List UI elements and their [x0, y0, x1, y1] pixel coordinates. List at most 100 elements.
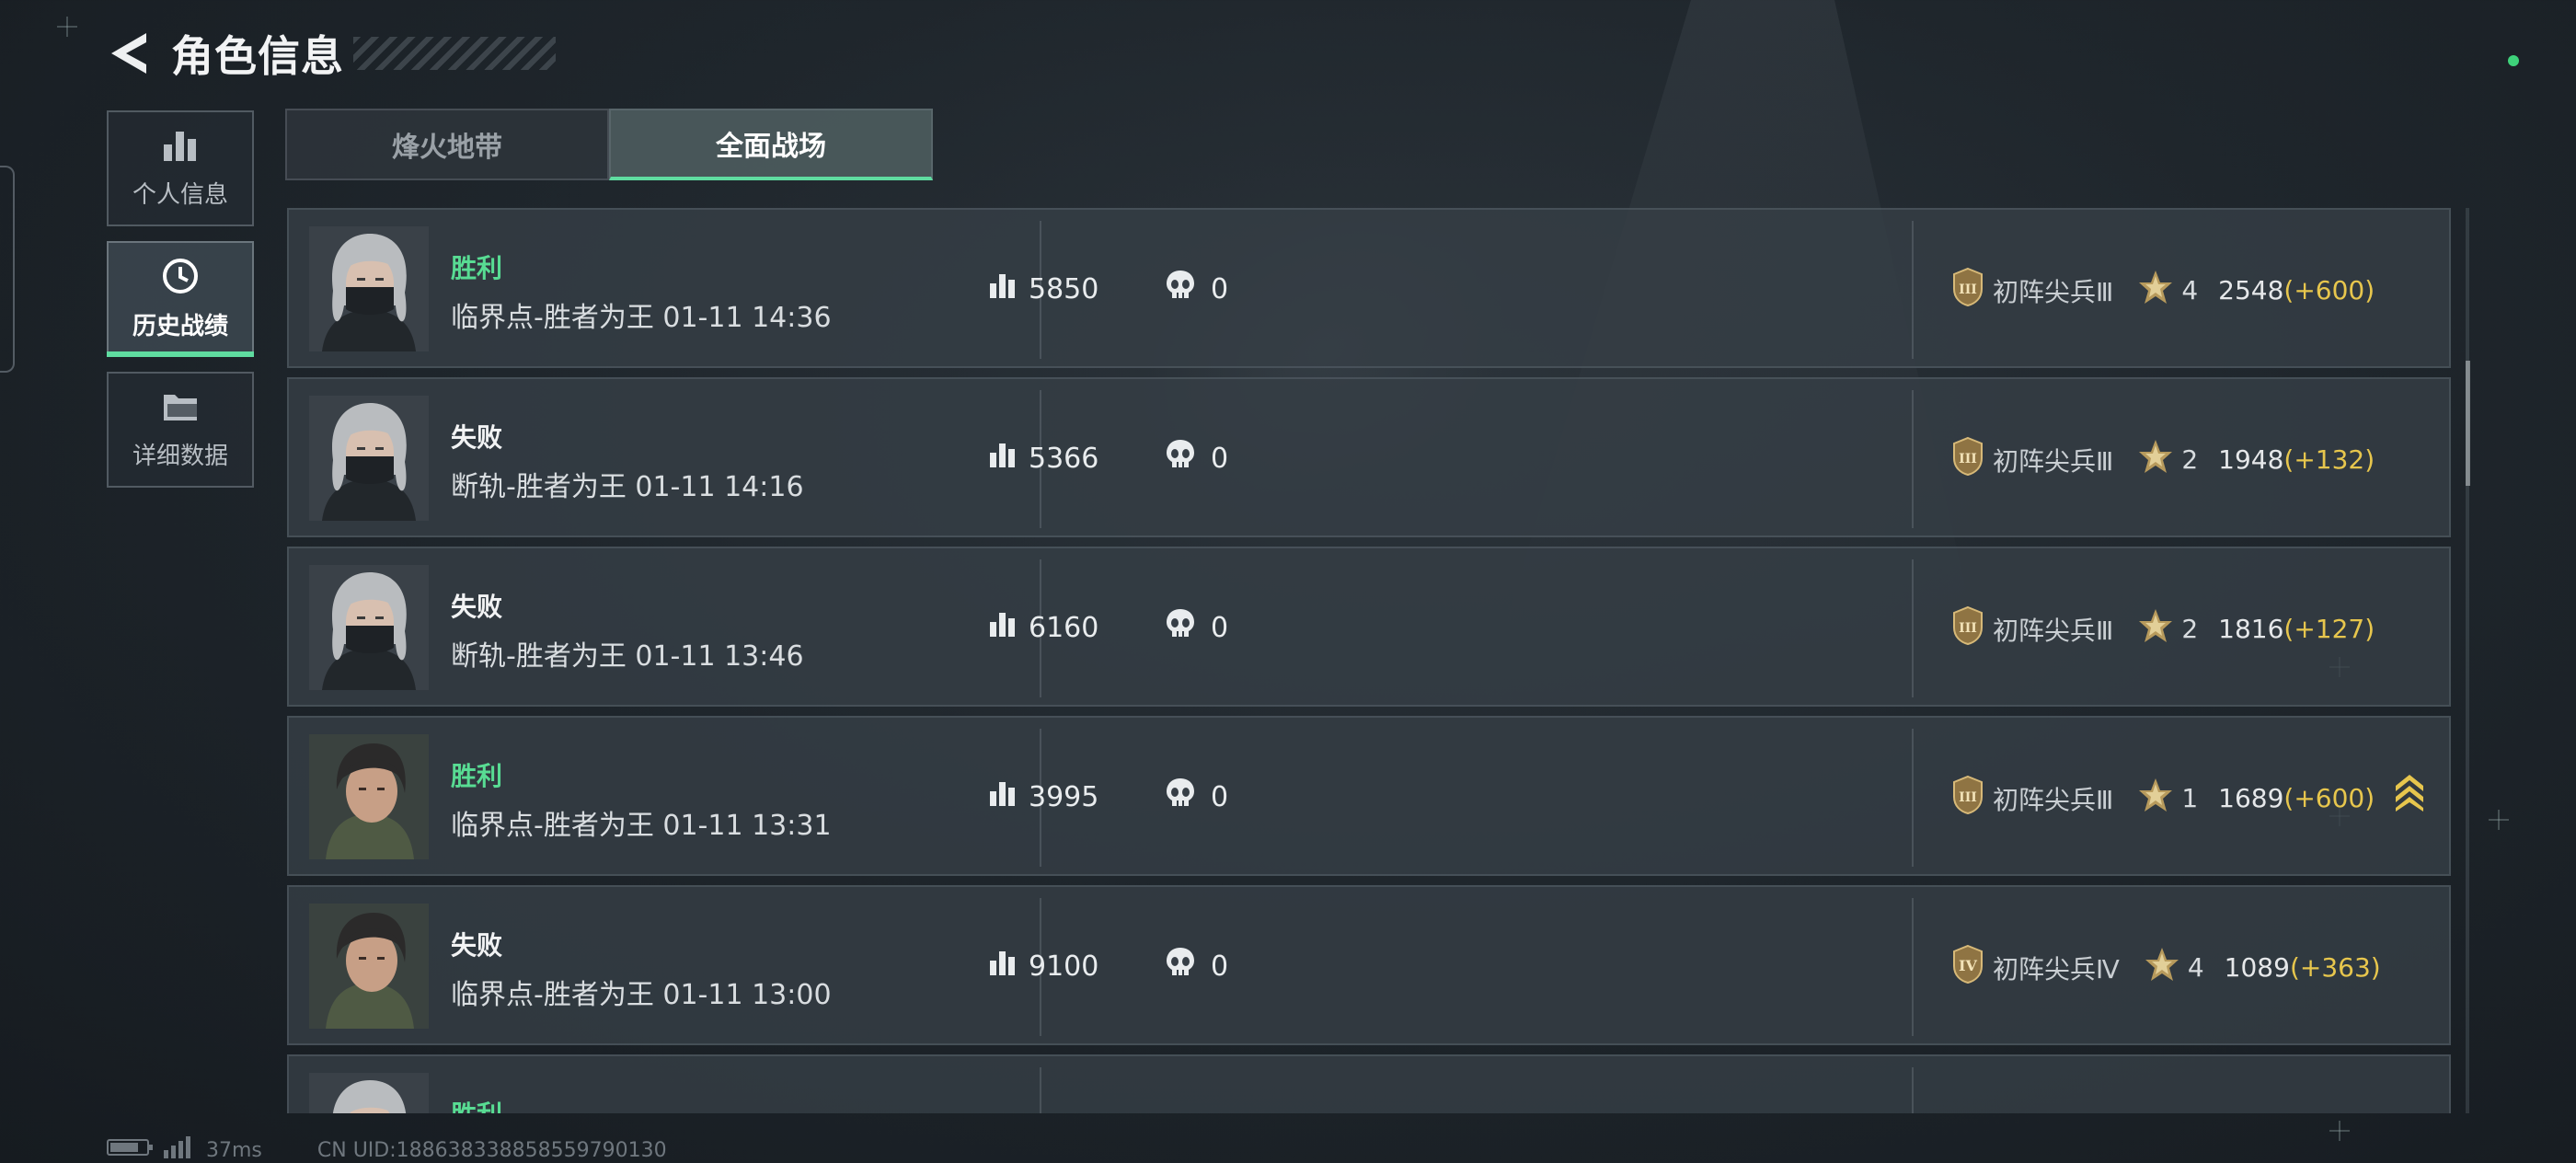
scrollbar-thumb[interactable]	[2466, 361, 2470, 486]
crosshair-decoration	[2329, 1121, 2350, 1141]
scrollbar-track[interactable]	[2466, 208, 2469, 1113]
rank-points: 1816	[2218, 614, 2284, 644]
column-divider	[1040, 1067, 1041, 1113]
match-kills: 0	[1165, 946, 1228, 986]
sidebar-item-details[interactable]: 详细数据	[107, 372, 254, 488]
star-count: 4	[2187, 952, 2204, 983]
folder-icon	[160, 389, 201, 428]
star-count: 4	[2181, 275, 2199, 305]
match-map-time: 断轨-胜者为王 01-11 14:16	[451, 471, 804, 503]
match-result: 失败	[451, 592, 503, 622]
sidebar-item-label: 详细数据	[132, 442, 228, 470]
rank-up-chevron-icon	[2394, 773, 2425, 815]
player-avatar	[309, 904, 429, 1029]
match-row[interactable]: 失败 断轨-胜者为王 01-11 13:46 6160 0 III 初阵尖兵Ⅲ 2 1816(…	[287, 547, 2451, 707]
rank-points-delta: (+600)	[2283, 783, 2375, 813]
tab-warzone[interactable]: 烽火地带	[285, 109, 609, 180]
rank-points: 1948	[2218, 444, 2284, 475]
battery-icon	[107, 1137, 155, 1163]
score-bar-icon	[988, 609, 1018, 646]
status-indicator-dot	[2508, 55, 2519, 66]
match-summary: 失败 临界点-胜者为王 01-11 13:00	[451, 926, 832, 1012]
match-map-time: 临界点-胜者为王 01-11 13:31	[451, 810, 832, 842]
sidebar-item-label: 历史战绩	[132, 312, 228, 340]
column-divider	[1912, 1067, 1914, 1113]
sidebar: 个人信息 历史战绩 详细数据	[107, 110, 254, 502]
match-row[interactable]: 胜利 临界点-胜者为王 01-11 14:36 5850 0 III 初阵尖兵Ⅲ 4 2548…	[287, 208, 2451, 368]
rank-badge-icon: III	[1950, 605, 1985, 652]
mode-tabs: 烽火地带 全面战场	[285, 109, 933, 180]
match-row[interactable]: 失败 断轨-胜者为王 01-11 14:16 5366 0 III 初阵尖兵Ⅲ 2 1948(…	[287, 377, 2451, 537]
player-avatar	[309, 396, 429, 521]
crosshair-decoration	[57, 17, 77, 37]
match-map-time: 临界点-胜者为王 01-11 14:36	[451, 302, 832, 334]
match-history-list[interactable]: 胜利 临界点-胜者为王 01-11 14:36 5850 0 III 初阵尖兵Ⅲ 4 2548…	[287, 208, 2451, 1113]
star-icon	[2137, 607, 2174, 651]
match-map-time: 临界点-胜者为王 01-11 13:00	[451, 979, 832, 1011]
star-count: 1	[2181, 783, 2199, 813]
score-value: 5850	[1029, 272, 1099, 305]
skull-icon	[1165, 946, 1196, 986]
score-value: 6160	[1029, 611, 1099, 644]
star-icon	[2137, 777, 2174, 820]
rank-info: III 初阵尖兵Ⅲ 2 1948 (+132)	[1950, 436, 2375, 483]
match-score: 5366	[988, 440, 1098, 477]
svg-text:III: III	[1959, 452, 1977, 466]
back-arrow-icon[interactable]	[103, 28, 155, 79]
rank-points: 2548	[2218, 275, 2284, 305]
score-value: 5366	[1029, 442, 1099, 475]
clock-icon	[162, 258, 199, 298]
column-divider	[1912, 729, 1914, 867]
rank-info: III 初阵尖兵Ⅲ 4 2548 (+600)	[1950, 267, 2375, 314]
match-score: 5850	[988, 271, 1098, 307]
svg-text:III: III	[1959, 621, 1977, 636]
rank-points-delta: (+132)	[2283, 444, 2375, 475]
rank-name: 初阵尖兵Ⅲ	[1993, 615, 2114, 646]
rank-info: III 初阵尖兵Ⅲ 1 1689 (+600)	[1950, 775, 2375, 822]
match-summary: 胜利临界点-胜者为王 01-11 13:31	[451, 756, 832, 843]
rank-info: III 初阵尖兵Ⅲ 2 1816 (+127)	[1950, 605, 2375, 652]
crosshair-decoration	[2489, 810, 2509, 830]
svg-text:IV: IV	[1959, 957, 1977, 974]
match-summary: 胜利	[451, 1095, 502, 1113]
column-divider	[1912, 221, 1914, 359]
skull-icon	[1165, 269, 1196, 309]
sidebar-item-profile[interactable]: 个人信息	[107, 110, 254, 226]
match-row[interactable]: 胜利	[287, 1054, 2451, 1113]
rank-info: IV 初阵尖兵Ⅳ 4 1089 (+363)	[1950, 944, 2381, 991]
sidebar-item-history[interactable]: 历史战绩	[107, 241, 254, 357]
player-avatar	[309, 1073, 429, 1113]
match-summary: 失败 断轨-胜者为王 01-11 14:16	[451, 418, 804, 504]
player-avatar	[309, 226, 429, 351]
tab-full-battlefield[interactable]: 全面战场	[609, 109, 933, 180]
rank-name: 初阵尖兵Ⅳ	[1993, 953, 2120, 985]
match-row[interactable]: 失败 临界点-胜者为王 01-11 13:00 9100 0 IV 初阵尖兵Ⅳ 4 1089(…	[287, 885, 2451, 1045]
svg-text:III: III	[1959, 790, 1977, 805]
page-title: 角色信息	[171, 31, 344, 81]
match-result: 胜利	[451, 761, 503, 791]
kill-count: 0	[1211, 611, 1229, 644]
status-footer: 37ms CN UID:188638338858559790130	[107, 1135, 667, 1163]
bar-chart-icon	[162, 128, 199, 167]
skull-icon	[1165, 438, 1196, 478]
kill-count: 0	[1211, 950, 1229, 983]
score-bar-icon	[988, 778, 1018, 815]
rank-name: 初阵尖兵Ⅲ	[1993, 784, 2114, 815]
match-result: 胜利	[451, 1095, 502, 1113]
match-summary: 失败 断轨-胜者为王 01-11 13:46	[451, 587, 804, 674]
score-bar-icon	[988, 271, 1018, 307]
rank-badge-icon: III	[1950, 436, 1985, 483]
match-kills: 0	[1165, 269, 1228, 309]
match-row[interactable]: 胜利 临界点-胜者为王 01-11 13:31 3995 0 III 初阵尖兵Ⅲ 1 1689…	[287, 716, 2451, 876]
sidebar-item-label: 个人信息	[132, 180, 228, 209]
rank-badge-icon: III	[1950, 775, 1985, 822]
match-summary: 胜利临界点-胜者为王 01-11 14:36	[451, 248, 832, 335]
star-count: 2	[2181, 444, 2199, 475]
signal-icon	[162, 1135, 193, 1163]
match-result: 胜利	[451, 253, 503, 283]
skull-icon	[1165, 777, 1196, 817]
match-score: 3995	[988, 778, 1098, 815]
score-bar-icon	[988, 948, 1018, 985]
svg-text:III: III	[1959, 282, 1977, 297]
rank-badge-icon: III	[1950, 267, 1985, 314]
